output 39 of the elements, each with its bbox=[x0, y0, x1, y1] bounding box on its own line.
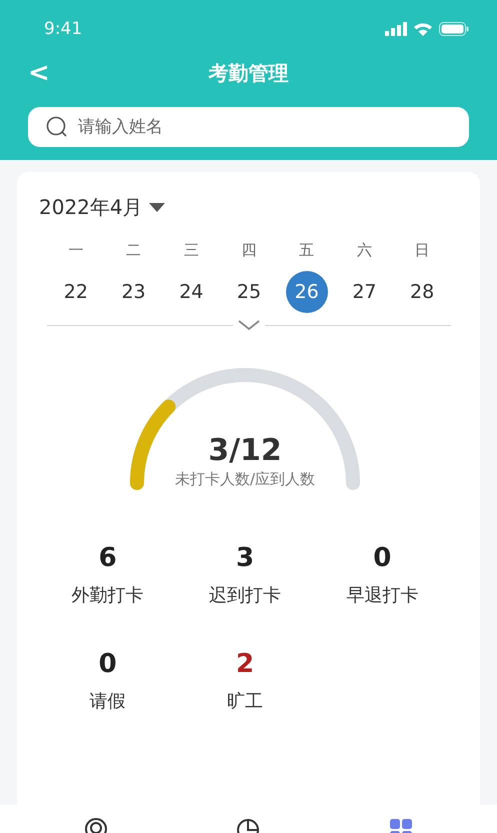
stat-value: 0 bbox=[373, 543, 392, 573]
signal-icon bbox=[385, 22, 407, 36]
weekday-label: 四 bbox=[241, 240, 256, 260]
stat-label: 请假 bbox=[90, 690, 126, 713]
stat-value: 6 bbox=[98, 543, 117, 573]
stat-value: 0 bbox=[98, 649, 117, 679]
search-field[interactable]: 请输入姓名 bbox=[28, 107, 469, 147]
gauge-caption: 未打卡人数/应到人数 bbox=[174, 470, 316, 489]
gauge-value: 3/12 bbox=[208, 433, 282, 468]
status-time: 9:41 bbox=[44, 19, 82, 39]
weekday-label: 六 bbox=[356, 240, 372, 260]
page-title: 考勤管理 bbox=[208, 60, 288, 86]
weekday-label: 日 bbox=[414, 240, 430, 260]
search-icon bbox=[46, 116, 68, 138]
calendar-day[interactable]: 24 bbox=[170, 271, 212, 313]
weekday-label: 三 bbox=[184, 240, 199, 260]
stat-label: 早退打卡 bbox=[346, 584, 418, 607]
stat-label: 迟到打卡 bbox=[208, 584, 281, 607]
calendar-day[interactable]: 23 bbox=[112, 271, 155, 313]
grid-icon[interactable] bbox=[388, 817, 414, 833]
calendar-day[interactable]: 26 bbox=[286, 271, 328, 313]
weekday-label: 五 bbox=[299, 240, 314, 260]
month-selector[interactable]: 2022年4月 bbox=[39, 194, 165, 221]
calendar-day[interactable]: 25 bbox=[228, 271, 270, 313]
expand-chevron-icon[interactable] bbox=[237, 319, 261, 331]
battery-icon bbox=[439, 22, 469, 36]
stat-label: 外勤打卡 bbox=[72, 584, 144, 607]
stat-value: 2 bbox=[236, 649, 254, 679]
stat-label: 旷工 bbox=[226, 690, 263, 713]
location-icon[interactable] bbox=[83, 817, 110, 833]
dropdown-caret-icon bbox=[148, 203, 165, 212]
pie-chart-icon[interactable] bbox=[235, 817, 262, 833]
weekday-label: 一 bbox=[68, 240, 84, 260]
weekday-label: 二 bbox=[126, 240, 142, 260]
calendar-day[interactable]: 28 bbox=[401, 271, 444, 313]
stat-value: 3 bbox=[236, 543, 254, 573]
wifi-icon bbox=[413, 22, 433, 36]
calendar-day[interactable]: 27 bbox=[343, 271, 386, 313]
calendar-day[interactable]: 22 bbox=[54, 271, 97, 313]
